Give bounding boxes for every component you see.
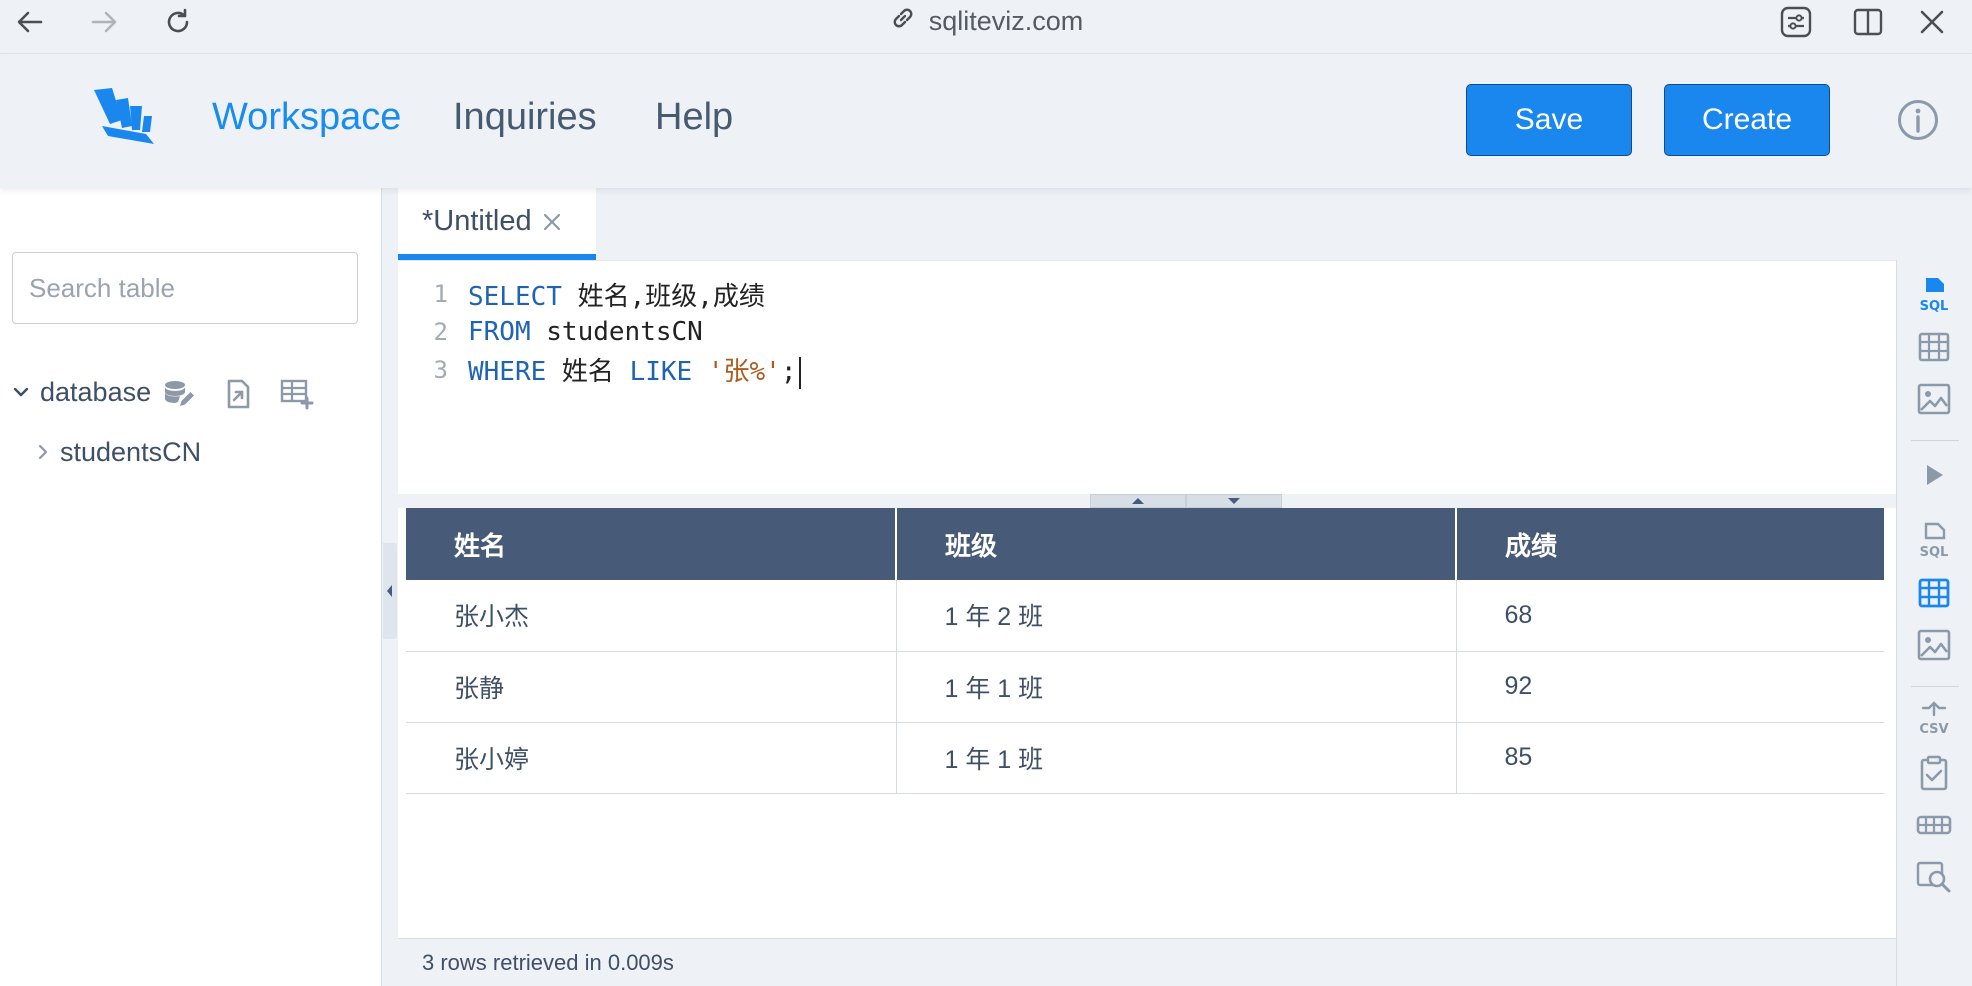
close-window-icon[interactable] [1914,4,1950,40]
nav-help[interactable]: Help [655,96,733,139]
text-cursor [798,356,801,389]
line-number: 3 [433,356,448,384]
nav-workspace[interactable]: Workspace [212,96,401,139]
table-cell[interactable]: 1 年 2 班 [896,580,1457,652]
url-text: sqliteviz.com [928,5,1084,36]
table-cell[interactable]: 68 [1456,580,1884,652]
sql-keyword: WHERE [468,357,547,388]
status-bar: 3 rows retrieved in 0.009s [398,938,1896,986]
line-number: 2 [433,318,448,346]
code-text: ; [780,357,797,388]
add-table-icon[interactable] [280,378,314,410]
table-row[interactable]: 张小婷 1 年 1 班 85 [406,722,1884,794]
expand-down-icon[interactable] [1186,494,1282,508]
site-settings-icon[interactable] [1778,4,1814,40]
code-text: studentsCN [530,317,703,347]
tab-title: *Untitled [422,204,532,237]
nav-inquiries[interactable]: Inquiries [453,96,597,139]
editor-line: 2 FROM studentsCN [398,313,703,351]
chevron-down-icon[interactable] [12,377,34,408]
code-text: 姓名 [546,357,630,388]
table-name: studentsCN [60,436,202,467]
sqliteviz-logo-icon[interactable] [92,86,158,148]
table-cell[interactable]: 1 年 1 班 [896,651,1457,723]
tab-untitled[interactable]: *Untitled [398,188,596,260]
chart-view-icon[interactable] [1915,380,1953,418]
sidebar-collapse-handle[interactable] [383,543,397,639]
table-cell[interactable]: 张静 [406,651,897,723]
table-view-icon[interactable] [1915,328,1953,366]
table-cell[interactable]: 92 [1456,651,1884,723]
import-file-icon[interactable] [222,378,254,410]
sql-keyword: LIKE [629,357,693,388]
export-csv-icon[interactable]: CSV [1915,700,1953,738]
editor-line: 3 WHERE 姓名 LIKE '张%'; [398,351,801,389]
browser-bar: sqliteviz.com [0,0,1972,54]
pivot-table-icon[interactable] [1915,806,1953,844]
create-button[interactable]: Create [1664,84,1830,156]
sql-view-icon[interactable]: SQL [1915,522,1953,560]
sql-string: '张%' [692,357,781,388]
search-table-input[interactable] [12,252,358,324]
split-view-icon[interactable] [1850,4,1886,40]
svg-text:CSV: CSV [1919,722,1948,737]
table-header-row: 姓名 班级 成绩 [406,508,1884,580]
table-cell[interactable]: 张小婷 [406,722,897,794]
svg-text:SQL: SQL [1920,299,1949,314]
column-header[interactable]: 成绩 [1456,508,1884,580]
run-query-icon[interactable] [1915,456,1953,494]
svg-text:SQL: SQL [1920,545,1949,560]
database-label: database [40,376,152,407]
line-number: 1 [433,280,448,308]
table-cell[interactable]: 张小杰 [406,580,897,652]
panel-splitter[interactable] [398,494,1896,508]
app-header: Workspace Inquiries Help Save Create [0,54,1972,188]
results-table: 姓名 班级 成绩 张小杰 1 年 2 班 68 张静 1 年 1 班 92 张小… [406,508,1884,794]
address-bar[interactable]: sqliteviz.com [0,4,1972,38]
table-row[interactable]: 张静 1 年 1 班 92 [406,651,1884,723]
editor-line: 1 SELECT 姓名,班级,成绩 [398,275,765,313]
chart-view-icon[interactable] [1915,626,1953,664]
close-tab-icon[interactable] [540,209,564,233]
right-toolbar: SQL SQL CSV [1896,260,1972,986]
toolbar-divider [1911,440,1959,441]
status-text: 3 rows retrieved in 0.009s [422,949,674,975]
results-panel: 姓名 班级 成绩 张小杰 1 年 2 班 68 张静 1 年 1 班 92 张小… [398,508,1896,938]
column-header[interactable]: 班级 [896,508,1457,580]
table-cell[interactable]: 1 年 1 班 [896,722,1457,794]
sql-view-icon[interactable]: SQL [1915,276,1953,314]
table-cell[interactable]: 85 [1456,722,1884,794]
sql-editor[interactable]: 1 SELECT 姓名,班级,成绩 2 FROM studentsCN 3 WH… [398,260,1896,494]
table-tree-node[interactable]: studentsCN [36,432,201,472]
database-tree-node[interactable]: database [12,372,151,412]
column-header[interactable]: 姓名 [406,508,897,580]
sql-keyword: SELECT [468,281,562,312]
toolbar-divider [1911,686,1959,687]
workspace: *Untitled 1 SELECT 姓名,班级,成绩 2 FROM stude… [398,188,1972,986]
link-icon [889,4,917,39]
search-results-icon[interactable] [1915,858,1953,896]
expand-up-icon[interactable] [1090,494,1186,508]
info-icon[interactable] [1896,98,1940,142]
copy-to-clipboard-icon[interactable] [1915,754,1953,792]
database-edit-icon[interactable] [162,378,194,410]
table-view-icon[interactable] [1915,574,1953,612]
table-row[interactable]: 张小杰 1 年 2 班 68 [406,580,1884,652]
chevron-right-icon[interactable] [36,437,60,468]
sql-keyword: FROM [468,317,531,347]
schema-sidebar: database studentsCN [0,188,382,986]
code-text: 姓名,班级,成绩 [561,281,765,312]
save-button[interactable]: Save [1466,84,1632,156]
